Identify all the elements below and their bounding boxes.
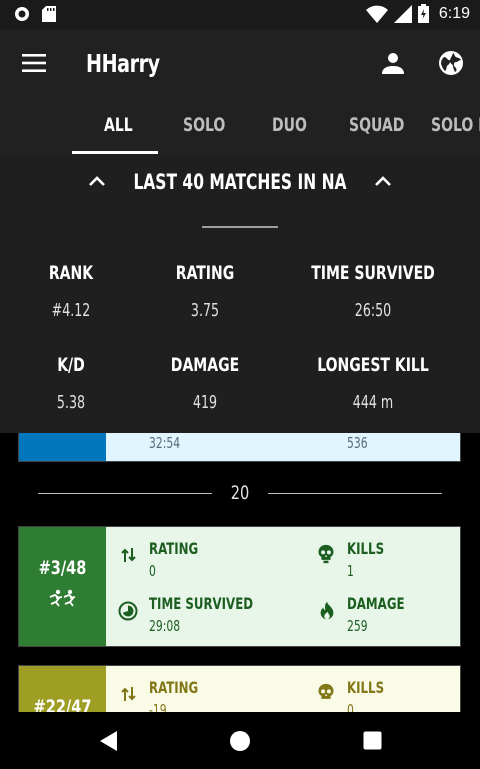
rating-field: RATING 0 bbox=[149, 539, 209, 580]
app-bar: HHarry bbox=[0, 29, 480, 100]
sort-arrows-icon bbox=[121, 687, 136, 701]
timer-icon bbox=[118, 601, 138, 621]
field-value: 0 bbox=[347, 701, 354, 712]
divider-line bbox=[268, 493, 442, 494]
fire-icon bbox=[320, 601, 334, 620]
card-body: 32:54 536 bbox=[106, 433, 460, 461]
rank-label: #3/48 bbox=[38, 557, 87, 579]
status-bar: 6:19 bbox=[0, 0, 480, 29]
chevron-up-icon[interactable] bbox=[375, 176, 391, 186]
card-body: RATING 0 KILLS 1 TIME SURVIVED 29:08 DAM… bbox=[106, 527, 460, 646]
partial-damage: 536 bbox=[347, 430, 373, 452]
partial-time: 32:54 bbox=[149, 430, 188, 452]
recents-icon[interactable] bbox=[363, 731, 382, 750]
signal-icon bbox=[393, 4, 412, 23]
stat-value: 26:50 bbox=[354, 300, 392, 321]
field-value: 1 bbox=[347, 562, 354, 580]
home-icon[interactable] bbox=[229, 730, 251, 752]
tab-duo[interactable]: DUO bbox=[272, 114, 307, 136]
stat-value: 5.38 bbox=[56, 392, 86, 413]
stat-label: DAMAGE bbox=[170, 354, 240, 376]
field-label: TIME SURVIVED bbox=[149, 594, 254, 613]
running-icon bbox=[49, 589, 76, 607]
stat-label: TIME SURVIVED bbox=[311, 262, 435, 284]
page-title: HHarry bbox=[86, 49, 160, 78]
menu-button[interactable] bbox=[14, 43, 54, 83]
summary-panel: LAST 40 MATCHES IN NA RANK #4.12 RATING … bbox=[0, 154, 480, 433]
stat-label: LONGEST KILL bbox=[317, 354, 429, 376]
field-value: 536 bbox=[347, 434, 368, 452]
globe-icon bbox=[439, 51, 463, 75]
kills-field: KILLS 0 bbox=[347, 678, 392, 712]
stat-label: RATING bbox=[175, 262, 235, 284]
field-label: RATING bbox=[149, 539, 199, 558]
field-value: 259 bbox=[347, 617, 368, 635]
status-time: 6:19 bbox=[438, 4, 470, 22]
tab-bar: ALL SOLO DUO SQUAD SOLO F bbox=[0, 100, 480, 154]
field-label: RATING bbox=[149, 678, 199, 697]
field-label: DAMAGE bbox=[347, 594, 405, 613]
rank-label: #22/47 bbox=[33, 696, 92, 712]
tab-solo[interactable]: SOLO bbox=[183, 114, 225, 136]
skull-icon bbox=[318, 544, 334, 564]
sd-card-icon bbox=[42, 6, 56, 22]
stat-longest-kill: LONGEST KILL 444 m bbox=[293, 354, 453, 413]
battery-icon bbox=[417, 4, 429, 23]
match-card[interactable]: #3/48 RATING 0 KILLS 1 TIME SURVIVED 29:… bbox=[18, 526, 461, 647]
sort-arrows-icon bbox=[121, 548, 136, 562]
field-value: 32:54 bbox=[149, 434, 181, 452]
tab-squad[interactable]: SQUAD bbox=[349, 114, 404, 136]
rank-block bbox=[19, 433, 106, 461]
divider bbox=[202, 226, 278, 228]
match-card-partial[interactable]: 32:54 536 bbox=[18, 433, 461, 462]
person-icon bbox=[382, 53, 404, 74]
field-label: KILLS bbox=[347, 678, 385, 697]
tab-all[interactable]: ALL bbox=[104, 114, 133, 136]
stat-value: #4.12 bbox=[51, 300, 91, 321]
card-body: RATING -19 KILLS 0 bbox=[106, 666, 460, 712]
tab-solo-fpp[interactable]: SOLO F bbox=[431, 114, 480, 136]
rank-block: #3/48 bbox=[19, 527, 106, 646]
stat-label: RANK bbox=[48, 262, 94, 284]
stat-value: 444 m bbox=[352, 392, 394, 413]
system-nav-bar bbox=[0, 712, 480, 769]
circle-notification-icon bbox=[15, 7, 29, 21]
match-group-divider: 20 bbox=[0, 480, 480, 510]
wifi-icon bbox=[365, 5, 388, 23]
field-value: 29:08 bbox=[149, 617, 181, 635]
stat-value: 419 bbox=[192, 392, 218, 413]
field-value: -19 bbox=[149, 701, 167, 712]
match-card[interactable]: #22/47 RATING -19 KILLS 0 bbox=[18, 665, 461, 712]
field-value: 0 bbox=[149, 562, 156, 580]
time-survived-field: TIME SURVIVED 29:08 bbox=[149, 594, 276, 635]
stat-time-survived: TIME SURVIVED 26:50 bbox=[293, 262, 453, 321]
damage-field: DAMAGE 259 bbox=[347, 594, 417, 635]
skull-icon bbox=[318, 683, 334, 699]
rank-block: #22/47 bbox=[19, 666, 106, 712]
menu-icon bbox=[22, 54, 46, 72]
back-icon[interactable] bbox=[98, 730, 118, 752]
region-button[interactable] bbox=[431, 43, 471, 83]
stat-label: K/D bbox=[57, 354, 85, 376]
stat-damage: DAMAGE 419 bbox=[125, 354, 285, 413]
stat-rating: RATING 3.75 bbox=[125, 262, 285, 321]
profile-button[interactable] bbox=[373, 43, 413, 83]
rating-field: RATING -19 bbox=[149, 678, 209, 712]
field-label: KILLS bbox=[347, 539, 385, 558]
summary-header[interactable]: LAST 40 MATCHES IN NA bbox=[0, 168, 480, 198]
stat-value: 3.75 bbox=[190, 300, 220, 321]
kills-field: KILLS 1 bbox=[347, 539, 392, 580]
